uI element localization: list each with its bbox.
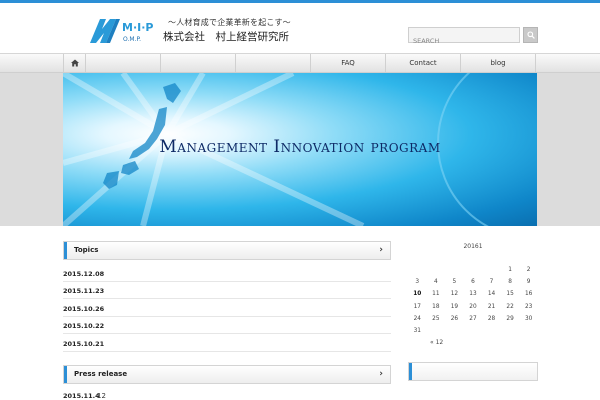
calendar-day: 1 [508,267,512,273]
search-icon [526,31,535,39]
calendar-empty-cell [445,264,464,276]
calendar-grid: 1 2 3 4 5 6 7 8 9 10 11 12 13 14 15 16 17 18 19 20 21 22 23 24 2… [408,264,538,337]
calendar-empty-cell [519,325,538,337]
calendar-day: 2 [526,267,531,273]
calendar-day: 20 [469,303,477,310]
calendar-day: 10 [413,291,422,298]
calendar-day: 30 [524,315,533,322]
calendar-day: 4 [433,279,438,286]
nav-item-blog[interactable]: blog [461,54,536,72]
topic-item[interactable]: 2015.10.22 [63,317,391,334]
calendar-caption: 20161 [463,243,483,250]
calendar-day: 29 [506,315,514,322]
nav-home[interactable] [64,54,86,72]
calendar-empty-cell [482,325,501,337]
calendar-empty-cell [501,325,520,337]
nav-menu: FAQ Contact blog [63,54,537,72]
search-button[interactable] [523,27,538,43]
site-tagline: 〜人材育成で企業革新を起こす〜 [168,18,291,27]
calendar-day: 31 [413,327,421,334]
sidebar-accent-bar [409,363,412,380]
calendar-week: 17 18 19 20 21 22 23 [408,301,538,313]
nav-slot-3[interactable] [236,54,311,72]
calendar-day: 5 [452,279,457,286]
topic-item[interactable]: 2015.10.21 [63,335,391,352]
calendar-empty-cell [427,264,446,276]
calendar-day: 14 [487,291,496,298]
calendar-day: 15 [506,291,514,298]
banner-title: Management Innovation program [159,137,441,157]
sidebar-widget-header [408,362,538,381]
company-name: 株式会社 村上経営研究所 [163,31,289,43]
press-heading: Press release [74,370,128,378]
press-item[interactable]: 2015.11.4 12 [63,390,391,400]
hero-banner: Management Innovation program [63,73,537,226]
calendar-week: 12 [408,264,538,276]
calendar-prev-link[interactable]: « 12 [430,339,443,346]
mip-logo[interactable]: M·I·P O.M.P. [90,17,160,45]
calendar-day: 11 [432,291,440,298]
topics-heading: Topics [74,246,99,254]
calendar-empty-cell [408,264,427,276]
calendar-day: 21 [487,303,496,310]
topic-date[interactable]: 2015.10.22 [63,322,104,330]
chevron-right-icon: › [379,245,383,255]
calendar-day: 27 [469,315,477,322]
calendar-day: 6 [471,279,475,286]
search-input[interactable] [409,34,519,48]
calendar-day: 24 [413,315,421,322]
calendar-empty-cell [482,264,501,276]
topic-item[interactable]: 2015.12.08 [63,265,391,282]
calendar-empty-cell [445,325,464,337]
press-date[interactable]: 2015.11.4 [63,392,100,400]
calendar-day: 25 [432,315,440,322]
nav-slot-1[interactable] [86,54,161,72]
calendar-day: 26 [450,315,459,322]
calendar-day: 28 [487,315,496,322]
calendar-day: 3 [415,279,420,286]
calendar-empty-cell [464,264,483,276]
topics-header[interactable]: Topics › [63,241,391,260]
calendar-empty-cell [464,325,483,337]
calendar-week: 24 25 26 27 28 29 30 [408,313,538,325]
main-navbar: FAQ Contact blog [0,53,600,73]
chevron-right-icon: › [379,369,383,379]
calendar-week: 31 [408,325,538,337]
topic-item[interactable]: 2015.10.26 [63,300,391,317]
topic-date[interactable]: 2015.10.26 [63,305,104,313]
press-text[interactable]: 12 [97,392,106,400]
topic-date[interactable]: 2015.11.23 [63,287,104,295]
calendar-day: 13 [469,291,477,298]
home-icon [70,59,79,67]
calendar-day: 7 [489,279,494,286]
calendar-day: 12 [450,291,459,298]
calendar-week: 3 4 5 6 7 8 9 [408,276,538,288]
calendar-empty-cell [427,325,446,337]
search-box [408,27,520,48]
nav-slot-2[interactable] [161,54,236,72]
calendar-day: 18 [432,303,440,310]
topic-item[interactable]: 2015.11.23 [63,282,391,299]
logo-sub: O.M.P. [123,36,141,43]
calendar-day: 23 [524,303,533,310]
nav-item-faq[interactable]: FAQ [311,54,386,72]
logo-letters: M·I·P [122,21,153,34]
press-header[interactable]: Press release › [63,365,391,384]
topics-accent-bar [64,242,67,259]
topic-date[interactable]: 2015.12.08 [63,270,104,278]
calendar-day: 22 [506,303,514,310]
nav-item-contact[interactable]: Contact [386,54,461,72]
press-accent-bar [64,366,67,383]
calendar-day: 17 [413,303,421,310]
calendar-week: 10 11 12 13 14 15 16 [408,288,538,300]
site-header: M·I·P O.M.P. 〜人材育成で企業革新を起こす〜 株式会社 村上経営研究… [0,3,600,53]
calendar-day: 8 [508,279,512,286]
calendar-day: 16 [524,291,533,298]
topic-date[interactable]: 2015.10.21 [63,340,104,348]
calendar-day: 19 [450,303,459,310]
calendar-day: 9 [526,279,531,286]
